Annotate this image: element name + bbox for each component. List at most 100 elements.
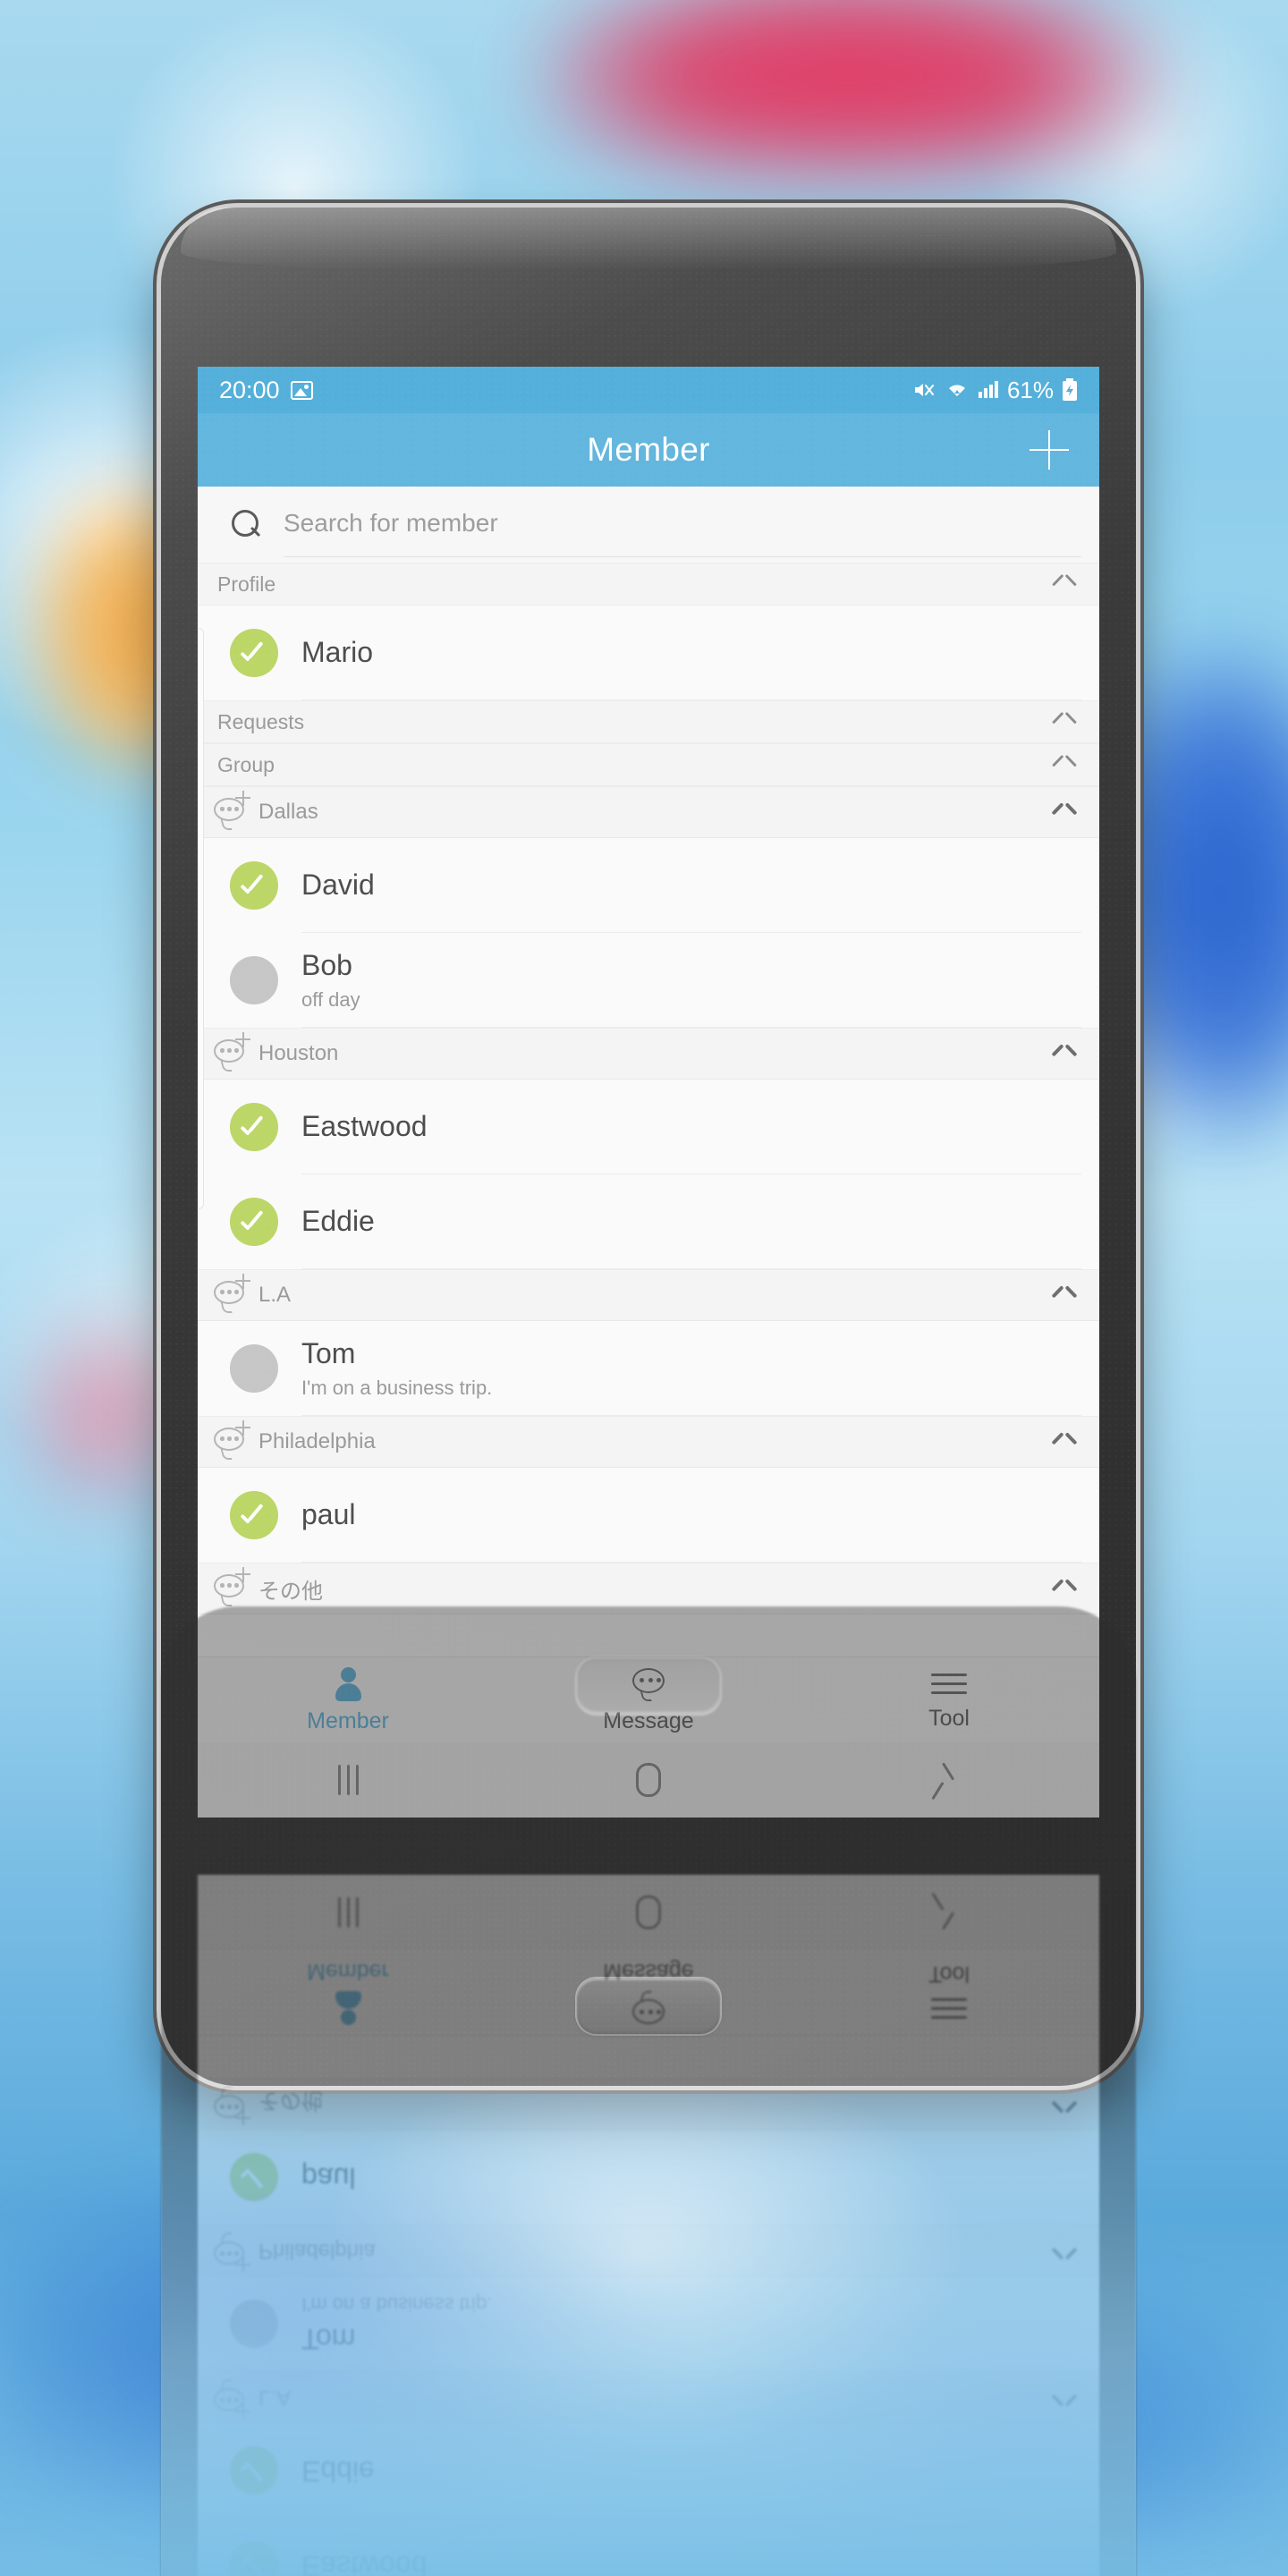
nav-recents-button[interactable] — [198, 1765, 498, 1795]
chat-bubble-icon — [629, 1666, 668, 1702]
section-header-requests[interactable]: Requests — [198, 700, 1099, 743]
row-divider — [301, 1268, 1081, 1269]
chat-bubble-plus-icon[interactable] — [214, 1036, 255, 1072]
member-text: Eddie — [301, 1205, 375, 1239]
chat-bubble-plus-icon[interactable] — [214, 1571, 255, 1606]
battery-percent: 61% — [1006, 376, 1054, 403]
group-header-houston[interactable]: Houston — [198, 1028, 1099, 1080]
chat-bubble-plus-icon[interactable] — [214, 794, 255, 830]
phone-device: 20:00 61% Member Search for member Profi… — [161, 208, 1136, 2086]
status-bar-right: 61% — [913, 377, 1078, 404]
check-avatar-icon — [230, 861, 278, 910]
member-text: paul — [301, 1498, 356, 1532]
section-label: Profile — [217, 572, 276, 596]
member-status: off day — [301, 988, 360, 1012]
group-name: Philadelphia — [258, 1429, 376, 1453]
search-input[interactable] — [284, 508, 1099, 541]
list-item[interactable]: Tom I'm on a business trip. — [198, 1321, 1099, 1416]
section-header-group[interactable]: Group — [198, 743, 1099, 786]
battery-charging-icon — [1063, 378, 1077, 401]
section-header-profile[interactable]: Profile — [198, 563, 1099, 606]
group-header-la[interactable]: L.A — [198, 1269, 1099, 1321]
nav-back-button[interactable] — [799, 1764, 1099, 1796]
chevron-up-icon[interactable] — [1053, 578, 1076, 590]
member-name: Tom — [301, 1336, 356, 1369]
chevron-up-icon[interactable] — [1053, 1047, 1076, 1060]
chevron-up-icon[interactable] — [1053, 1582, 1076, 1595]
list-item[interactable]: Bob off day — [198, 933, 1099, 1028]
row-divider — [301, 699, 1081, 700]
tab-tool[interactable]: Tool — [799, 1657, 1099, 1742]
status-bar: 20:00 61% — [198, 367, 1099, 413]
bottom-tab-bar: Member Message Tool — [198, 1657, 1099, 1742]
row-divider — [301, 1027, 1081, 1028]
member-name: Eddie — [301, 1205, 375, 1238]
group-name: Dallas — [258, 800, 318, 824]
member-text: Mario — [301, 636, 373, 670]
group-header-dallas[interactable]: Dallas — [198, 786, 1099, 838]
phone-top-gloss — [180, 208, 1117, 270]
member-name: Bob — [301, 948, 352, 981]
member-text: Tom I'm on a business trip. — [301, 1337, 492, 1401]
member-text: David — [301, 869, 375, 902]
member-name-paul: paul — [301, 1498, 356, 1531]
plus-icon[interactable] — [1030, 430, 1069, 470]
image-icon — [290, 380, 313, 400]
section-label: Group — [217, 752, 275, 776]
nav-home-button[interactable] — [498, 1763, 799, 1797]
chevron-up-icon[interactable] — [1053, 716, 1076, 728]
home-icon — [636, 1763, 661, 1797]
list-item[interactable]: David — [198, 838, 1099, 933]
android-nav-bar — [198, 1742, 1099, 1818]
app-bar: Member — [198, 413, 1099, 487]
check-avatar-icon — [230, 1103, 278, 1151]
blank-avatar-icon — [230, 1344, 278, 1393]
group-name: L.A — [258, 1283, 292, 1307]
chevron-up-icon[interactable] — [1053, 758, 1076, 771]
chevron-up-icon[interactable] — [1053, 1436, 1076, 1448]
page-title: Member — [587, 431, 710, 468]
hamburger-icon — [931, 1669, 967, 1699]
member-name: Mario — [301, 636, 374, 669]
tab-label: Tool — [928, 1705, 970, 1731]
list-item[interactable]: paul — [198, 1468, 1099, 1563]
member-text: Bob off day — [301, 949, 360, 1013]
mute-icon — [914, 384, 934, 396]
person-icon — [330, 1666, 366, 1702]
member-status: I'm on a business trip. — [301, 1377, 493, 1400]
wifi-icon — [948, 385, 965, 396]
list-item[interactable]: Eddie — [198, 1174, 1099, 1269]
tab-label: Message — [603, 1707, 694, 1733]
row-divider — [301, 1415, 1081, 1416]
signal-bars-icon — [978, 381, 998, 398]
background-red-blob — [537, 0, 1163, 170]
group-header-philadelphia[interactable]: Philadelphia — [198, 1416, 1099, 1468]
back-icon — [939, 1764, 959, 1796]
group-header-other[interactable]: その他 — [198, 1563, 1099, 1614]
search-bar[interactable] — [198, 487, 1099, 563]
chevron-up-icon[interactable] — [1053, 806, 1076, 818]
status-time: 20:00 — [219, 376, 280, 403]
search-underline — [284, 556, 1081, 557]
group-name: その他 — [258, 1579, 323, 1604]
physical-home-button[interactable] — [577, 1979, 720, 2034]
background-blue-blob-bottom — [0, 2129, 1288, 2576]
scroll-indicator[interactable] — [199, 628, 204, 1209]
check-avatar-icon — [230, 1198, 278, 1246]
row-divider — [301, 1562, 1081, 1563]
chat-bubble-plus-icon[interactable] — [214, 1424, 255, 1460]
member-text: Eastwood — [301, 1110, 428, 1144]
chevron-up-icon[interactable] — [1053, 1289, 1076, 1301]
chat-bubble-plus-icon[interactable] — [214, 1277, 255, 1313]
tab-member[interactable]: Member — [198, 1657, 498, 1742]
member-name: David — [301, 869, 375, 902]
check-avatar-icon — [230, 629, 278, 677]
status-bar-left: 20:00 — [219, 377, 313, 404]
list-item[interactable]: Eastwood — [198, 1080, 1099, 1174]
recents-icon — [337, 1765, 359, 1795]
blank-avatar-icon — [230, 956, 278, 1004]
member-name: Eastwood — [301, 1110, 428, 1143]
list-item[interactable]: Mario — [198, 606, 1099, 700]
check-avatar-icon — [230, 1491, 278, 1539]
tab-message[interactable]: Message — [498, 1657, 799, 1742]
